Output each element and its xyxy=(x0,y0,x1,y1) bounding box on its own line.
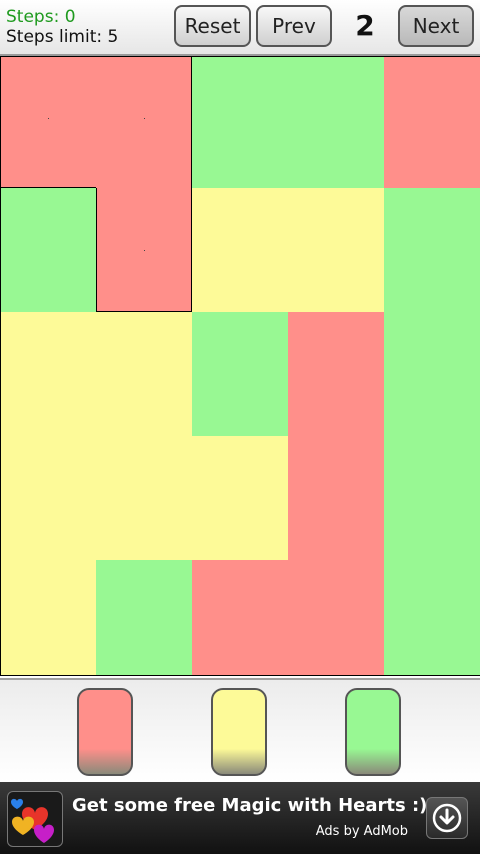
board-cell[interactable] xyxy=(192,560,288,676)
board-cell[interactable] xyxy=(288,436,384,560)
region-marker xyxy=(144,250,145,251)
region-border xyxy=(0,56,480,57)
board-cell[interactable] xyxy=(0,560,96,676)
board-cell[interactable] xyxy=(0,436,96,560)
region-border xyxy=(0,675,480,676)
color-button-yellow[interactable] xyxy=(211,688,267,776)
board-cell[interactable] xyxy=(384,56,480,188)
board-cell[interactable] xyxy=(288,56,384,188)
board-cell[interactable] xyxy=(96,312,192,436)
next-button[interactable]: Next xyxy=(398,5,474,47)
region-marker xyxy=(144,118,145,119)
ad-banner[interactable]: Get some free Magic with Hearts :) Ads b… xyxy=(0,782,480,854)
board-cell[interactable] xyxy=(0,56,96,188)
board-cell[interactable] xyxy=(96,560,192,676)
board-cell[interactable] xyxy=(288,188,384,312)
region-border xyxy=(96,311,192,312)
board-cell[interactable] xyxy=(384,312,480,436)
board-cell[interactable] xyxy=(192,188,288,312)
region-marker xyxy=(48,118,49,119)
game-board xyxy=(0,56,480,676)
top-bar: Steps: 0 Steps limit: 5 Reset Prev 2 Nex… xyxy=(0,0,480,56)
region-border xyxy=(0,187,96,188)
steps-info: Steps: 0 Steps limit: 5 xyxy=(6,7,118,47)
ad-headline[interactable]: Get some free Magic with Hearts :) xyxy=(72,795,427,816)
board-cell[interactable] xyxy=(0,188,96,312)
color-palette xyxy=(0,678,480,782)
board-cell[interactable] xyxy=(288,312,384,436)
board-cell[interactable] xyxy=(384,436,480,560)
steps-count: Steps: 0 xyxy=(6,7,76,27)
download-icon[interactable] xyxy=(426,797,468,839)
region-border xyxy=(0,56,1,676)
board-cell[interactable] xyxy=(288,560,384,676)
region-border xyxy=(191,56,192,188)
steps-limit: Steps limit: 5 xyxy=(6,27,119,47)
board-cell[interactable] xyxy=(192,436,288,560)
reset-button[interactable]: Reset xyxy=(174,5,251,47)
board-cell[interactable] xyxy=(96,436,192,560)
board-cell[interactable] xyxy=(192,56,288,188)
board-cell[interactable] xyxy=(384,188,480,312)
level-number: 2 xyxy=(355,9,375,42)
ad-attribution: Ads by AdMob xyxy=(315,824,408,839)
hearts-icon[interactable] xyxy=(7,791,63,847)
region-border xyxy=(96,188,97,312)
board-cell[interactable] xyxy=(192,312,288,436)
color-button-red[interactable] xyxy=(77,688,133,776)
region-border xyxy=(191,188,192,312)
board-cell[interactable] xyxy=(384,560,480,676)
board-cell[interactable] xyxy=(96,56,192,188)
board-cell[interactable] xyxy=(0,312,96,436)
color-button-green[interactable] xyxy=(345,688,401,776)
prev-button[interactable]: Prev xyxy=(256,5,332,47)
